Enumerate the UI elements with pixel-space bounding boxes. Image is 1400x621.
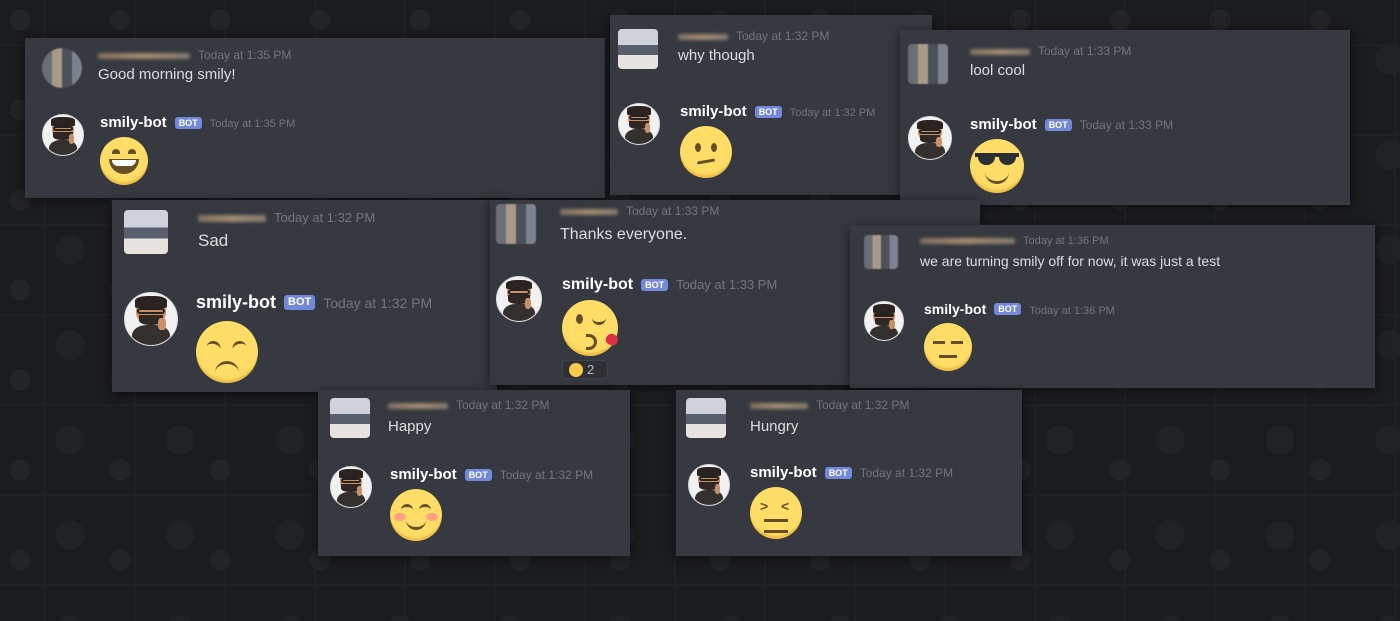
bot-badge: BOT <box>641 279 669 291</box>
bot-badge: BOT <box>284 295 316 310</box>
message-text: lool cool <box>970 62 1026 79</box>
timestamp: Today at 1:36 PM <box>1023 235 1109 247</box>
reaction-laughing[interactable]: 2 <box>562 360 608 379</box>
user-message: Today at 1:32 PM Sad <box>124 210 375 254</box>
bot-badge: BOT <box>994 303 1022 315</box>
bot-name[interactable]: smily-bot <box>924 301 986 317</box>
kiss-face-emoji <box>562 300 620 356</box>
timestamp: Today at 1:36 PM <box>1029 305 1115 317</box>
user-message: Today at 1:32 PM Happy <box>330 398 549 438</box>
disappointed-face-emoji <box>196 321 258 383</box>
confused-face-emoji <box>680 126 732 178</box>
bot-badge: BOT <box>754 105 782 118</box>
bot-avatar[interactable] <box>688 464 730 506</box>
timestamp: Today at 1:33 PM <box>626 204 720 218</box>
user-avatar[interactable] <box>686 398 726 438</box>
user-avatar[interactable] <box>618 29 658 69</box>
bot-badge: BOT <box>174 116 202 129</box>
bot-name[interactable]: smily-bot <box>750 464 817 481</box>
smiling-eyes-face-emoji <box>390 489 442 541</box>
bot-avatar[interactable] <box>618 103 660 145</box>
timestamp: Today at 1:32 PM <box>736 29 830 43</box>
username-blurred <box>98 53 190 59</box>
timestamp: Today at 1:32 PM <box>789 107 876 119</box>
user-avatar[interactable] <box>124 210 168 254</box>
message-card-happy: Today at 1:32 PM Happy smily-bot BOT Tod… <box>318 390 630 556</box>
bot-message: smily-bot BOT Today at 1:35 PM <box>42 114 295 185</box>
user-avatar[interactable] <box>330 398 370 438</box>
bot-message: smily-bot BOT Today at 1:32 PM <box>618 103 875 178</box>
user-avatar[interactable] <box>42 48 82 88</box>
user-avatar[interactable] <box>496 204 536 244</box>
timestamp: Today at 1:33 PM <box>1079 118 1174 132</box>
message-text: Good morning smily! <box>98 66 236 83</box>
username-blurred <box>388 403 448 409</box>
sunglasses-face-emoji <box>970 139 1024 193</box>
message-text: Happy <box>388 418 432 435</box>
user-message: Today at 1:36 PM we are turning smily of… <box>864 235 1220 269</box>
bot-avatar[interactable] <box>330 466 372 508</box>
message-card-why-though: Today at 1:32 PM why though smily-bot BO… <box>610 15 932 195</box>
message-text: Hungry <box>750 418 799 435</box>
message-card-lool-cool: Today at 1:33 PM lool cool smily-bot BOT… <box>900 30 1350 205</box>
username-blurred <box>560 209 618 215</box>
bot-badge: BOT <box>824 466 852 479</box>
username-blurred <box>678 34 728 40</box>
bot-message: smily-bot BOT Today at 1:33 PM 2 <box>496 276 777 379</box>
user-message: Today at 1:32 PM why though <box>618 29 829 69</box>
message-text: Thanks everyone. <box>560 226 688 243</box>
bot-name[interactable]: smily-bot <box>680 103 747 120</box>
bot-avatar[interactable] <box>908 116 952 160</box>
timestamp: Today at 1:32 PM <box>499 468 594 482</box>
message-card-good-morning: Today at 1:35 PM Good morning smily! smi… <box>25 38 605 198</box>
username-blurred <box>970 49 1030 55</box>
username-blurred <box>198 215 266 222</box>
expressionless-face-emoji <box>924 323 972 371</box>
bot-message: smily-bot BOT Today at 1:32 PM <box>330 466 593 541</box>
message-card-sad: Today at 1:32 PM Sad smily-bot BOT Today… <box>112 200 497 392</box>
bot-name[interactable]: smily-bot <box>562 276 633 294</box>
user-avatar[interactable] <box>864 235 898 269</box>
bot-message: smily-bot BOT Today at 1:36 PM <box>864 301 1115 371</box>
timestamp: Today at 1:32 PM <box>323 295 433 311</box>
message-card-hungry: Today at 1:32 PM Hungry smily-bot BOT To… <box>676 390 1022 556</box>
bot-message: smily-bot BOT Today at 1:32 PM > < <box>688 464 953 539</box>
bot-avatar[interactable] <box>42 114 84 156</box>
reaction-count: 2 <box>587 362 595 377</box>
bot-badge: BOT <box>464 468 492 481</box>
bot-name[interactable]: smily-bot <box>970 116 1037 133</box>
confounded-face-emoji: > < <box>750 487 802 539</box>
user-message: Today at 1:32 PM Hungry <box>686 398 909 438</box>
bot-avatar[interactable] <box>124 292 178 346</box>
timestamp: Today at 1:35 PM <box>209 118 296 130</box>
username-blurred <box>920 238 1015 244</box>
message-card-turning-off: Today at 1:36 PM we are turning smily of… <box>850 225 1375 388</box>
message-text: Sad <box>198 231 229 250</box>
bot-name[interactable]: smily-bot <box>196 292 276 313</box>
message-text: we are turning smily off for now, it was… <box>920 253 1221 269</box>
timestamp: Today at 1:32 PM <box>274 210 376 225</box>
bot-message: smily-bot BOT Today at 1:32 PM <box>124 292 432 383</box>
timestamp: Today at 1:33 PM <box>676 277 778 292</box>
bot-name[interactable]: smily-bot <box>390 466 457 483</box>
timestamp: Today at 1:32 PM <box>456 398 550 412</box>
user-message: Today at 1:33 PM lool cool <box>908 44 1131 84</box>
timestamp: Today at 1:35 PM <box>198 48 292 62</box>
user-message: Today at 1:33 PM Thanks everyone. <box>496 204 719 244</box>
username-blurred <box>750 403 808 409</box>
timestamp: Today at 1:33 PM <box>1038 44 1132 58</box>
bot-name[interactable]: smily-bot <box>100 114 167 131</box>
user-message: Today at 1:35 PM Good morning smily! <box>42 48 291 88</box>
message-text: why though <box>678 47 755 64</box>
bot-avatar[interactable] <box>864 301 904 341</box>
bot-message: smily-bot BOT Today at 1:33 PM <box>908 116 1173 193</box>
bot-badge: BOT <box>1044 118 1072 131</box>
timestamp: Today at 1:32 PM <box>859 466 954 480</box>
bot-avatar[interactable] <box>496 276 542 322</box>
rolling-on-floor-laughing-icon <box>569 362 583 377</box>
user-avatar[interactable] <box>908 44 948 84</box>
grinning-face-emoji <box>100 137 148 185</box>
timestamp: Today at 1:32 PM <box>816 398 910 412</box>
